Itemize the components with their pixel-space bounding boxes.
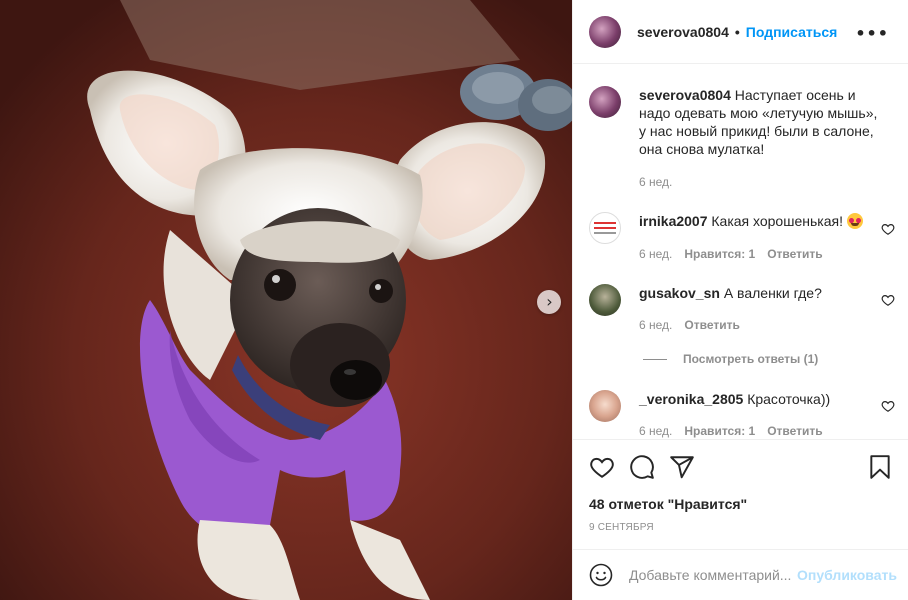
list-item: _veronika_2805 Красоточка))	[589, 390, 893, 422]
next-photo-button[interactable]: ›	[537, 290, 561, 314]
author-username[interactable]: severova0804	[637, 24, 729, 40]
heart-eyes-emoji-icon	[846, 213, 863, 229]
list-item: irnika2007 Какая хорошенькая!	[589, 212, 893, 244]
divider	[643, 358, 667, 360]
smiley-icon[interactable]	[589, 563, 613, 587]
publish-button[interactable]: Опубликовать	[797, 567, 897, 583]
caption-time[interactable]: 6 нед.	[639, 175, 672, 189]
more-options-icon[interactable]: •••	[855, 24, 889, 43]
post-header: severova0804 • Подписаться •••	[573, 0, 908, 64]
reply-button[interactable]: Ответить	[684, 318, 739, 332]
paper-plane-icon[interactable]	[669, 454, 695, 480]
comment-body: Какая хорошенькая!	[711, 213, 843, 229]
view-replies-button[interactable]: Посмотреть ответы (1)	[643, 352, 818, 366]
post-date[interactable]: 9 сентября	[589, 522, 654, 533]
post-actions: 48 отметок "Нравится" 9 сентября	[573, 439, 908, 549]
avatar[interactable]	[589, 284, 621, 316]
comment-text: irnika2007 Какая хорошенькая!	[639, 212, 885, 244]
post-sidebar: severova0804 • Подписаться ••• severova0…	[572, 0, 908, 600]
likes-count[interactable]: 48 отметок "Нравится"	[589, 496, 747, 512]
comment-input[interactable]	[629, 567, 797, 583]
comment-time[interactable]: 6 нед.	[639, 318, 672, 332]
comment-meta: 6 нед. Ответить	[639, 318, 740, 332]
caption-text: severova0804 Наступает осень и надо одев…	[639, 86, 885, 158]
heart-icon[interactable]	[881, 293, 895, 307]
caption-meta: 6 нед.	[639, 175, 672, 189]
comment-body: Красоточка))	[747, 391, 831, 407]
avatar[interactable]	[589, 212, 621, 244]
heart-icon[interactable]	[589, 454, 615, 480]
follow-button[interactable]: Подписаться	[746, 24, 838, 40]
comment-text: _veronika_2805 Красоточка))	[639, 390, 885, 422]
comment-likes[interactable]: Нравится: 1	[684, 247, 755, 261]
reply-button[interactable]: Ответить	[767, 424, 822, 438]
comment-username[interactable]: gusakov_sn	[639, 285, 720, 301]
comment-text: gusakov_sn А валенки где?	[639, 284, 885, 316]
comment-time[interactable]: 6 нед.	[639, 247, 672, 261]
view-replies-label: Посмотреть ответы (1)	[683, 352, 819, 366]
comment-username[interactable]: _veronika_2805	[639, 391, 743, 407]
add-comment-bar: Опубликовать	[573, 549, 908, 600]
dog-photo	[0, 0, 572, 600]
avatar[interactable]	[589, 15, 621, 48]
comment-body: А валенки где?	[723, 285, 822, 301]
comment-meta: 6 нед. Нравится: 1 Ответить	[639, 424, 823, 438]
caption-username[interactable]: severova0804	[639, 87, 731, 103]
comment-meta: 6 нед. Нравится: 1 Ответить	[639, 247, 823, 261]
avatar[interactable]	[589, 390, 621, 422]
comment-icon[interactable]	[629, 454, 655, 480]
list-item: gusakov_sn А валенки где?	[589, 284, 893, 316]
post-photo[interactable]: ›	[0, 0, 572, 600]
comment-username[interactable]: irnika2007	[639, 213, 708, 229]
comments-list[interactable]: severova0804 Наступает осень и надо одев…	[573, 64, 908, 438]
avatar[interactable]	[589, 86, 621, 118]
caption: severova0804 Наступает осень и надо одев…	[589, 86, 893, 158]
heart-icon[interactable]	[881, 222, 895, 236]
heart-icon[interactable]	[881, 399, 895, 413]
comment-likes[interactable]: Нравится: 1	[684, 424, 755, 438]
comment-time[interactable]: 6 нед.	[639, 424, 672, 438]
bookmark-icon[interactable]	[867, 454, 893, 480]
reply-button[interactable]: Ответить	[767, 247, 822, 261]
separator-dot: •	[734, 23, 740, 40]
chevron-right-icon: ›	[546, 292, 553, 311]
